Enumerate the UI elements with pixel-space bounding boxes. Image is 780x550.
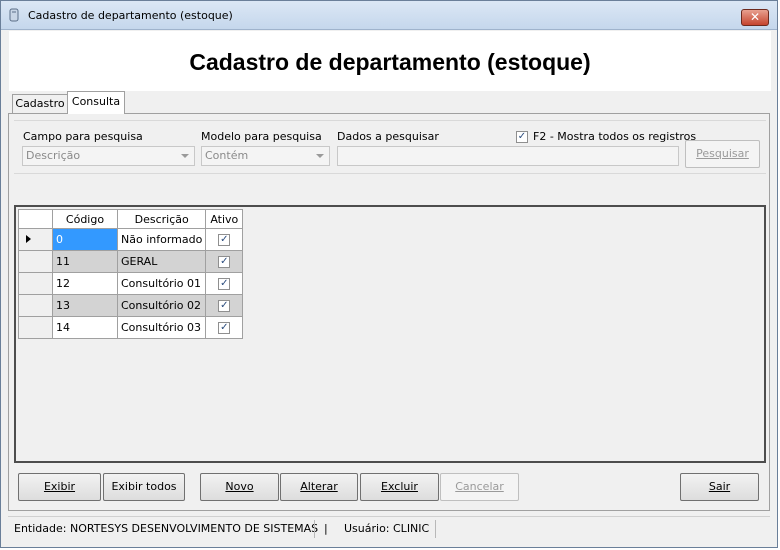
novo-label: Novo: [225, 480, 254, 493]
tab-consulta[interactable]: Consulta: [67, 91, 125, 114]
campo-value: Descrição: [26, 149, 81, 162]
row-header[interactable]: [18, 294, 53, 317]
row-header[interactable]: [18, 272, 53, 295]
pesquisar-label: Pesquisar: [696, 147, 749, 160]
cell-codigo[interactable]: 14: [52, 316, 118, 339]
exibir-label: Exibir: [43, 480, 76, 493]
table-row[interactable]: 11 GERAL ✓: [18, 250, 244, 273]
cell-ativo[interactable]: ✓: [205, 228, 244, 251]
ativo-checkbox[interactable]: ✓: [218, 234, 231, 246]
table-row[interactable]: 13 Consultório 02 ✓: [18, 294, 244, 317]
table-header-row: Código Descrição Ativo: [18, 209, 244, 229]
page-header: Cadastro de departamento (estoque): [9, 31, 771, 91]
table-row[interactable]: 12 Consultório 01 ✓: [18, 272, 244, 295]
exibir-todos-label: Exibir todos: [111, 480, 177, 493]
cell-ativo[interactable]: ✓: [205, 316, 244, 339]
cell-descricao[interactable]: Consultório 01: [116, 272, 207, 295]
dados-input[interactable]: [337, 146, 679, 166]
excluir-label: Excluir: [381, 480, 418, 493]
status-divider: |: [324, 522, 328, 535]
status-bar: Entidade: NORTESYS DESENVOLVIMENTO DE SI…: [8, 516, 770, 543]
cancelar-button[interactable]: Cancelar: [440, 473, 519, 501]
current-row-arrow-icon: [26, 235, 31, 243]
novo-button[interactable]: Novo: [200, 473, 279, 501]
exibir-todos-button[interactable]: Exibir todos: [103, 473, 185, 501]
cell-descricao[interactable]: Consultório 03: [116, 316, 207, 339]
modelo-label: Modelo para pesquisa: [201, 130, 322, 143]
cell-ativo[interactable]: ✓: [205, 250, 244, 273]
column-header-codigo[interactable]: Código: [52, 209, 118, 229]
page-title: Cadastro de departamento (estoque): [189, 49, 591, 75]
alterar-label: Alterar: [300, 480, 338, 493]
column-header-descricao[interactable]: Descrição: [116, 209, 207, 229]
campo-label: Campo para pesquisa: [23, 130, 143, 143]
ativo-checkbox[interactable]: ✓: [218, 278, 231, 290]
cell-descricao[interactable]: Não informado: [116, 228, 207, 251]
ativo-checkbox[interactable]: ✓: [218, 322, 231, 334]
table-row[interactable]: 0 Não informado ✓: [18, 228, 244, 251]
title-bar[interactable]: Cadastro de departamento (estoque) ✕: [1, 1, 777, 30]
cell-descricao[interactable]: GERAL: [116, 250, 207, 273]
status-separator: [435, 520, 436, 538]
f2-checkbox[interactable]: ✓: [516, 131, 528, 143]
chevron-down-icon: [316, 154, 324, 158]
cell-codigo[interactable]: 0: [52, 228, 118, 251]
pesquisar-button[interactable]: Pesquisar: [685, 140, 760, 168]
status-entidade: Entidade: NORTESYS DESENVOLVIMENTO DE SI…: [14, 522, 319, 535]
table-row[interactable]: 14 Consultório 03 ✓: [18, 316, 244, 339]
cell-codigo[interactable]: 13: [52, 294, 118, 317]
modelo-select[interactable]: Contém: [201, 146, 330, 166]
row-header[interactable]: [18, 250, 53, 273]
row-header[interactable]: [18, 228, 53, 251]
app-icon: [9, 8, 19, 22]
ativo-checkbox[interactable]: ✓: [218, 256, 231, 268]
exibir-button[interactable]: Exibir: [18, 473, 101, 501]
cell-codigo[interactable]: 11: [52, 250, 118, 273]
results-table: Código Descrição Ativo 0 Não informado ✓…: [18, 209, 244, 339]
modelo-value: Contém: [205, 149, 249, 162]
row-header-corner: [18, 209, 53, 229]
window-title: Cadastro de departamento (estoque): [28, 9, 233, 22]
cell-descricao[interactable]: Consultório 02: [116, 294, 207, 317]
f2-label: F2 - Mostra todos os registros: [533, 130, 697, 143]
excluir-button[interactable]: Excluir: [360, 473, 439, 501]
chevron-down-icon: [181, 154, 189, 158]
sair-label: Sair: [708, 480, 731, 493]
cell-ativo[interactable]: ✓: [205, 272, 244, 295]
status-separator: [314, 520, 315, 538]
row-header[interactable]: [18, 316, 53, 339]
cell-codigo[interactable]: 12: [52, 272, 118, 295]
cancelar-label: Cancelar: [455, 480, 504, 493]
alterar-button[interactable]: Alterar: [280, 473, 358, 501]
sair-button[interactable]: Sair: [680, 473, 759, 501]
dados-label: Dados a pesquisar: [337, 130, 439, 143]
campo-select[interactable]: Descrição: [22, 146, 195, 166]
tab-cadastro[interactable]: Cadastro: [12, 94, 68, 114]
results-grid: Código Descrição Ativo 0 Não informado ✓…: [14, 205, 766, 463]
column-header-ativo[interactable]: Ativo: [205, 209, 244, 229]
status-usuario: Usuário: CLINIC: [344, 522, 430, 535]
close-button[interactable]: ✕: [741, 9, 769, 26]
cell-ativo[interactable]: ✓: [205, 294, 244, 317]
ativo-checkbox[interactable]: ✓: [218, 300, 231, 312]
